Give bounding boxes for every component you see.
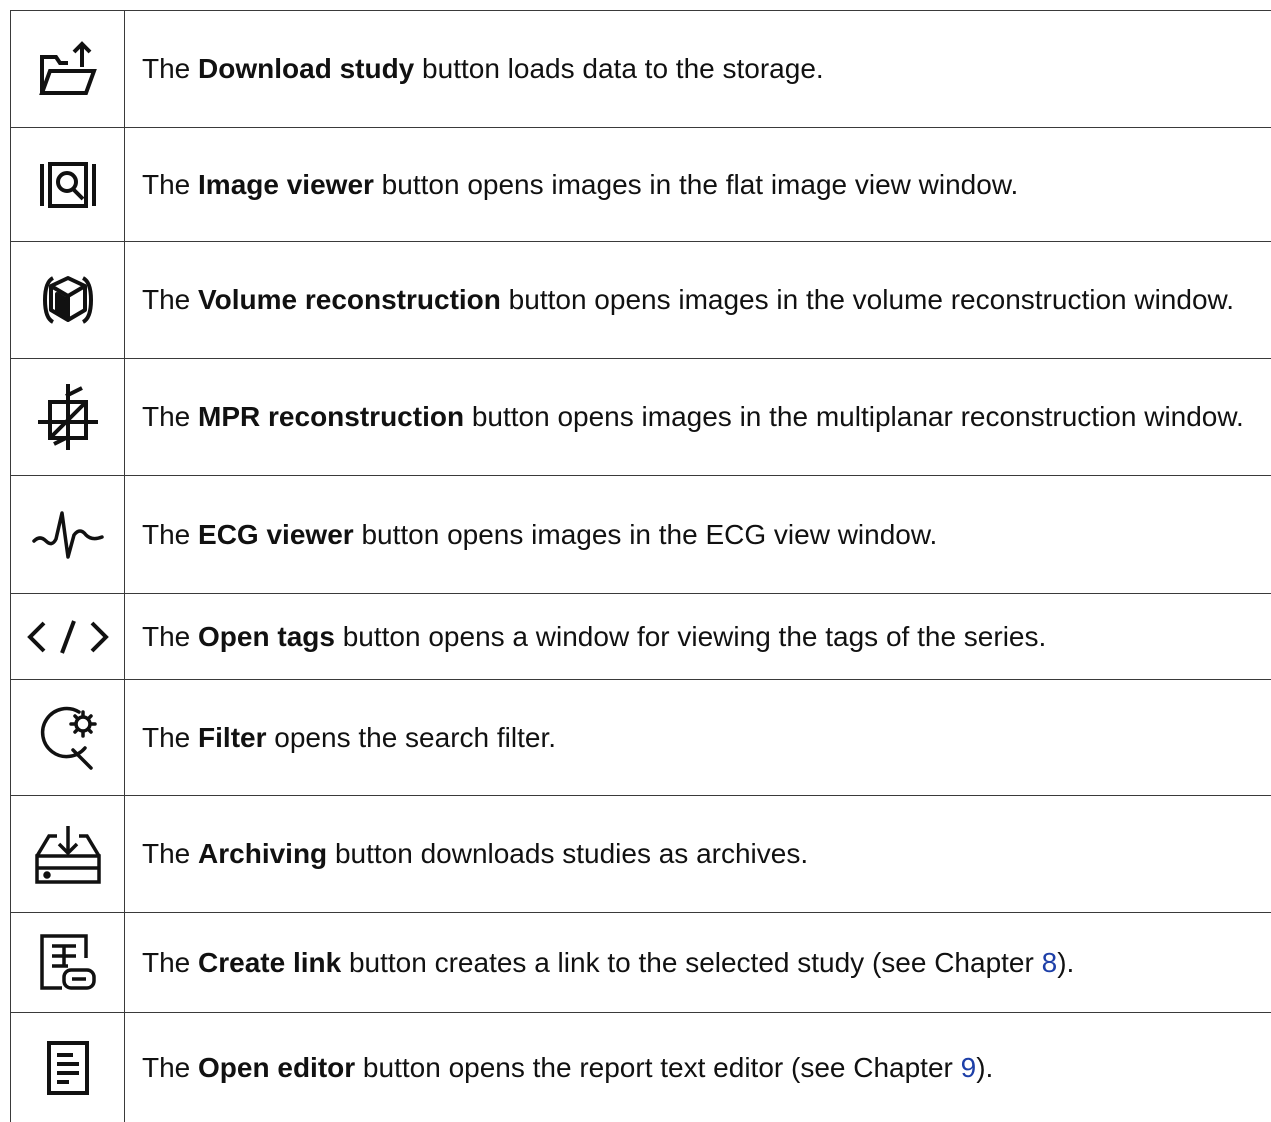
text: The: [142, 284, 199, 315]
text: The: [142, 721, 199, 753]
text: The: [142, 838, 199, 869]
description-cell: The Volume reconstruction button opens i…: [142, 242, 1263, 358]
text: button opens images in the ECG view wind…: [353, 518, 938, 550]
icon-cell: [10, 680, 125, 795]
table-row: The Download study button loads data to …: [10, 10, 1271, 127]
icon-cell: [10, 913, 125, 1012]
create-link-icon: [38, 932, 98, 994]
text: button opens images in the volume recons…: [500, 284, 1234, 315]
text: opens the search filter.: [266, 721, 557, 753]
image-viewer-icon: [38, 160, 98, 210]
text: ).: [1057, 946, 1075, 978]
text: The: [142, 620, 199, 652]
text: button opens the report text editor (see…: [355, 1051, 961, 1083]
table-row: The Create link button creates a link to…: [10, 912, 1271, 1012]
volume-cube-icon: [42, 270, 93, 330]
table-row: The Open editor button opens the report …: [10, 1012, 1271, 1122]
text: The: [142, 1051, 199, 1083]
description-cell: The Image viewer button opens images in …: [142, 128, 1263, 241]
button-name: Create link: [198, 946, 342, 978]
mpr-planes-icon: [36, 382, 100, 452]
text: button opens a window for viewing the ta…: [334, 620, 1047, 652]
table-row: The ECG viewer button opens images in th…: [10, 475, 1271, 593]
table-row: The Image viewer button opens images in …: [10, 127, 1271, 241]
button-name: Open editor: [198, 1051, 356, 1083]
document-editor-icon: [45, 1039, 91, 1097]
button-name: Image viewer: [198, 168, 374, 200]
text: The: [142, 518, 199, 550]
table-row: The Archiving button downloads studies a…: [10, 795, 1271, 912]
table-row: The MPR reconstruction button opens imag…: [10, 358, 1271, 475]
button-name: Archiving: [198, 838, 328, 869]
icon-cell: [10, 242, 125, 358]
description-cell: The ECG viewer button opens images in th…: [142, 476, 1263, 593]
icon-cell: [10, 359, 125, 475]
text: button loads data to the storage.: [414, 53, 824, 84]
icon-cell: [10, 11, 125, 127]
icon-cell: [10, 594, 125, 679]
button-name: ECG viewer: [198, 518, 354, 550]
description-cell: The Filter opens the search filter.: [142, 680, 1263, 795]
description-cell: The MPR reconstruction button opens imag…: [142, 359, 1263, 475]
button-name: Volume reconstruction: [198, 284, 501, 315]
description-cell: The Open editor button opens the report …: [142, 1013, 1263, 1122]
text: button downloads studies as archives.: [327, 838, 809, 869]
text: button opens images in the flat image vi…: [373, 168, 1019, 200]
chapter-link[interactable]: 8: [1042, 947, 1058, 978]
icon-cell: [10, 476, 125, 593]
description-cell: The Open tags button opens a window for …: [142, 594, 1263, 679]
search-filter-icon: [35, 702, 101, 774]
description-cell: The Archiving button downloads studies a…: [142, 796, 1263, 912]
text: button creates a link to the selected st…: [341, 946, 1042, 978]
description-cell: The Create link button creates a link to…: [142, 913, 1263, 1012]
text: ).: [976, 1051, 994, 1083]
table-row: The Filter opens the search filter.: [10, 679, 1271, 795]
button-name: Filter: [198, 721, 267, 753]
chapter-link[interactable]: 9: [961, 1052, 977, 1083]
folder-upload-icon: [38, 37, 98, 101]
text: button opens images in the multiplanar r…: [464, 401, 1244, 432]
table-row: The Open tags button opens a window for …: [10, 593, 1271, 679]
button-name: Open tags: [198, 620, 335, 652]
button-name: Download study: [198, 53, 415, 84]
description-cell: The Download study button loads data to …: [142, 11, 1263, 127]
text: The: [142, 946, 199, 978]
ecg-wave-icon: [31, 509, 104, 561]
text: The: [142, 53, 199, 84]
icon-cell: [10, 796, 125, 912]
icon-cell: [10, 128, 125, 241]
archive-download-icon: [33, 822, 103, 886]
text: The: [142, 401, 199, 432]
button-name: MPR reconstruction: [198, 401, 465, 432]
text: The: [142, 168, 199, 200]
icon-cell: [10, 1013, 125, 1122]
code-tags-icon: [26, 617, 110, 657]
table-row: The Volume reconstruction button opens i…: [10, 241, 1271, 358]
